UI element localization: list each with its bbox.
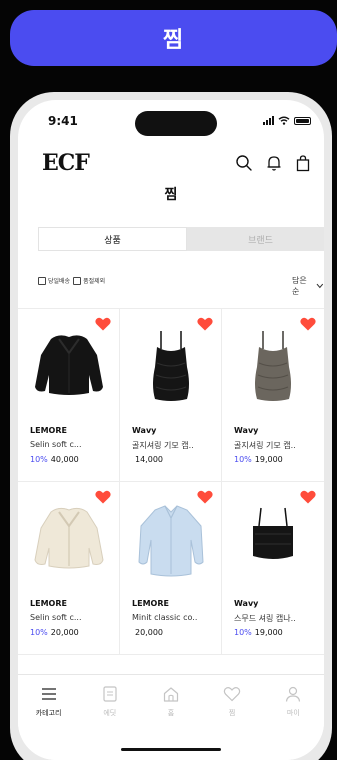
dynamic-island [135,111,217,136]
product-image-black-camisole [153,331,189,401]
search-icon[interactable] [235,154,253,172]
tab-brands[interactable]: 브랜드 [187,227,324,251]
product-image-cream-fur-jacket [34,507,104,569]
price-value: 19,000 [254,455,283,464]
nav-label: 찜 [228,709,236,717]
product-card[interactable]: LEMORE Selin soft c... 10% 20,000 [18,482,120,655]
wishlist-heart-icon[interactable] [197,317,213,331]
chevron-down-icon [316,283,324,289]
filter-label: 품절제외 [83,278,106,285]
home-indicator[interactable] [121,748,221,751]
tab-products[interactable]: 상품 [38,227,187,251]
product-image-black-fur-jacket [35,335,103,395]
product-brand: LEMORE [30,599,67,608]
nav-my[interactable]: 마이 [263,675,324,760]
price-value: 20,000 [50,628,79,637]
discount-rate: 10% [30,455,48,464]
discount-rate: 10% [234,628,252,637]
status-time: 9:41 [48,114,78,128]
product-name: Minit classic co.. [132,613,198,622]
wifi-icon [278,116,290,125]
product-brand: LEMORE [30,426,67,435]
edit-icon [103,686,117,702]
price-value: 14,000 [135,455,163,464]
product-price: 10% 40,000 [30,455,79,464]
signal-icon [263,116,274,125]
product-brand: Wavy [234,426,259,435]
product-image-black-bustier-top [253,507,293,559]
home-icon [163,687,179,702]
same-day-delivery-filter[interactable]: 당일배송 [38,276,70,285]
wishlist-banner: 찜 [10,10,337,66]
product-brand: Wavy [132,426,157,435]
wishlist-heart-icon[interactable] [197,490,213,504]
wishlist-heart-icon[interactable] [300,317,316,331]
product-card[interactable]: Wavy 골지셔링 기모 캡.. 10% 19,000 [222,309,324,482]
heart-icon [223,687,241,702]
discount-rate: 10% [30,628,48,637]
product-card[interactable]: LEMORE Selin soft c... 10% 40,000 [18,309,120,482]
menu-icon [41,688,56,700]
checkbox[interactable] [73,276,82,285]
filter-label: 당일배송 [48,278,71,285]
price-value: 20,000 [135,628,163,637]
product-name: Selin soft c... [30,440,82,449]
product-card[interactable]: LEMORE Minit classic co.. 20,000 [120,482,222,655]
product-image-light-blue-shirt [138,505,204,577]
nav-category[interactable]: 카테고리 [18,675,79,760]
product-price: 14,000 [132,455,163,464]
price-value: 19,000 [254,628,283,637]
nav-label: 에딧 [103,709,117,717]
phone-screen: 9:41 ECF 찜 상품 브랜드 당일배송 품절제외 담은순 LEMORE S… [18,100,324,760]
wishlist-tabs: 상품 브랜드 [38,227,324,251]
sort-label: 담은순 [292,276,307,296]
product-brand: Wavy [234,599,259,608]
product-price: 10% 19,000 [234,628,283,637]
price-value: 40,000 [50,455,79,464]
nav-label: 카테고리 [35,709,62,717]
product-grid: LEMORE Selin soft c... 10% 40,000 Wavy 골… [18,309,324,655]
filter-bar: 당일배송 품절제외 [38,276,105,285]
nav-label: 마이 [286,709,300,717]
wishlist-heart-icon[interactable] [95,317,111,331]
checkbox[interactable] [38,276,46,285]
sort-dropdown[interactable]: 담은순 [292,275,324,297]
product-card[interactable]: Wavy 골지셔링 기모 캡.. 14,000 [120,309,222,482]
product-price: 20,000 [132,628,163,637]
product-price: 10% 19,000 [234,455,283,464]
discount-rate: 10% [234,455,252,464]
product-card[interactable]: Wavy 스무드 셔링 캡나.. 10% 19,000 [222,482,324,655]
person-icon [286,686,301,702]
status-icons [263,116,311,125]
product-name: Selin soft c... [30,613,82,622]
product-image-gray-camisole [255,331,291,401]
nav-label: 홈 [167,709,175,717]
app-logo[interactable]: ECF [42,150,90,176]
product-brand: LEMORE [132,599,169,608]
page-title: 찜 [164,187,178,203]
product-name: 골지셔링 기모 캡.. [132,441,194,450]
product-price: 10% 20,000 [30,628,79,637]
wishlist-heart-icon[interactable] [300,490,316,504]
wishlist-heart-icon[interactable] [95,490,111,504]
banner-title: 찜 [162,28,185,53]
product-name: 스무드 셔링 캡나.. [234,614,296,623]
shopping-bag-icon[interactable] [294,154,312,172]
phone-frame: 9:41 ECF 찜 상품 브랜드 당일배송 품절제외 담은순 LEMORE S… [10,92,332,760]
product-name: 골지셔링 기모 캡.. [234,441,296,450]
battery-icon [294,116,311,125]
bell-icon[interactable] [265,154,283,172]
exclude-sold-out-filter[interactable]: 품절제외 [73,276,105,285]
